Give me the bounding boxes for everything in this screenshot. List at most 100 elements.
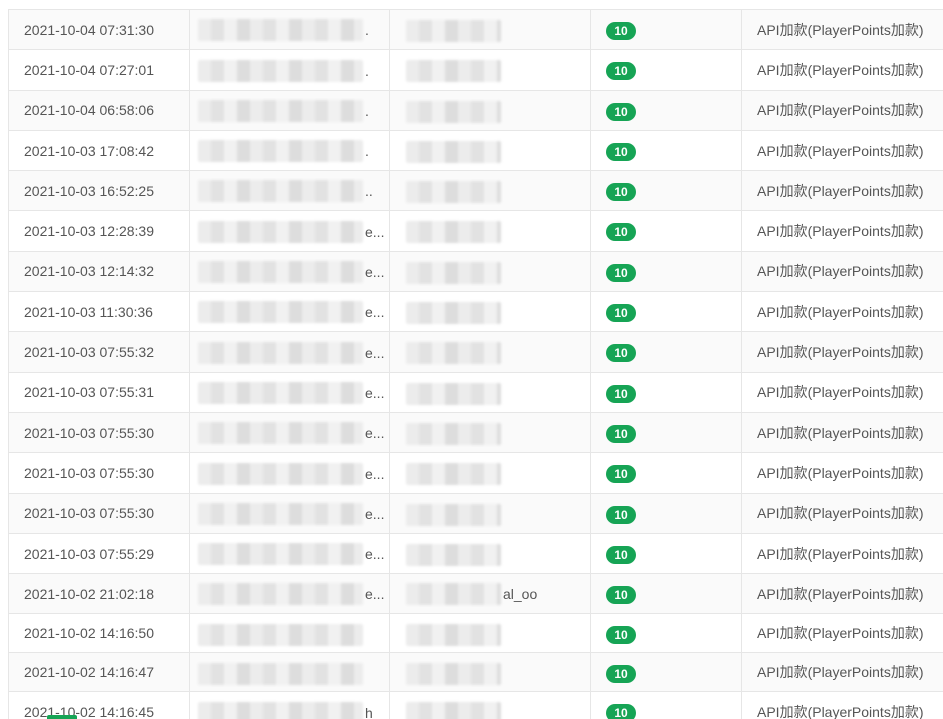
source-cell: API加款(PlayerPoints加款): [741, 331, 943, 373]
amount-badge: 10: [606, 183, 636, 202]
amount-cell: 10: [590, 291, 742, 333]
transaction-time: 2021-10-04 07:31:30: [24, 21, 154, 38]
account-cell: .: [189, 49, 390, 91]
transaction-source: API加款(PlayerPoints加款): [757, 505, 924, 522]
account-tail-text: .: [365, 102, 369, 119]
redacted-player-name: [406, 302, 501, 325]
table-row: 2021-10-03 16:52:25.. 10 API加款(PlayerPoint…: [8, 170, 943, 212]
account-tail-text: .: [365, 143, 369, 160]
time-cell: 2021-10-03 07:55:30: [8, 493, 190, 534]
amount-badge: 10: [606, 304, 636, 323]
account-tail-text: .: [365, 62, 369, 79]
account-tail-text: e...: [365, 586, 385, 603]
redacted-player-name: [406, 261, 501, 284]
source-cell: API加款(PlayerPoints加款): [741, 251, 943, 293]
source-cell: API加款(PlayerPoints加款): [741, 533, 943, 575]
account-tail-text: e...: [365, 546, 385, 563]
amount-cell: 10: [590, 210, 742, 252]
redacted-account: [198, 422, 363, 445]
redacted-account: [198, 19, 363, 42]
time-cell: 2021-10-03 07:55:30: [8, 452, 190, 494]
transaction-time: 2021-10-04 06:58:06: [24, 102, 154, 119]
source-cell: API加款(PlayerPoints加款): [741, 49, 943, 91]
redacted-player-name: [406, 100, 501, 123]
source-cell: API加款(PlayerPoints加款): [741, 412, 943, 454]
amount-cell: 10: [590, 691, 742, 719]
redacted-account: [198, 301, 363, 324]
amount-badge: 10: [606, 142, 636, 161]
transaction-source: API加款(PlayerPoints加款): [757, 182, 924, 199]
transaction-time: 2021-10-03 07:55:29: [24, 545, 154, 562]
redacted-player-name: [406, 662, 501, 685]
amount-cell: 10: [590, 49, 742, 91]
account-tail-text: e...: [365, 425, 385, 442]
transaction-source: API加款(PlayerPoints加款): [757, 625, 924, 642]
amount-badge: 10: [606, 424, 636, 443]
transaction-time: 2021-10-03 12:14:32: [24, 263, 154, 280]
table-row: 2021-10-03 12:28:39 e... 10 API加款(PlayerPoi…: [8, 210, 943, 252]
account-cell: [189, 652, 390, 693]
player-cell: [389, 331, 591, 373]
source-cell: API加款(PlayerPoints加款): [741, 613, 943, 654]
transaction-time: 2021-10-02 21:02:18: [24, 585, 154, 602]
source-cell: API加款(PlayerPoints加款): [741, 452, 943, 494]
account-cell: .: [189, 90, 390, 131]
account-tail-text: e...: [365, 304, 385, 321]
transaction-source: API加款(PlayerPoints加款): [757, 344, 924, 361]
amount-badge: 10: [606, 384, 636, 403]
table-row: 2021-10-03 11:30:36 e... 10 API加款(PlayerPoi…: [8, 291, 943, 333]
time-cell: 2021-10-02 14:16:47: [8, 652, 190, 693]
account-cell: [189, 613, 390, 654]
account-tail-text: h: [365, 704, 373, 719]
redacted-player-name: [406, 342, 501, 365]
amount-badge: 10: [606, 344, 636, 363]
redacted-account: [198, 543, 363, 566]
amount-cell: 10: [590, 452, 742, 494]
amount-badge: 10: [606, 223, 636, 242]
redacted-account: [198, 462, 363, 485]
redacted-player-name: [406, 543, 501, 566]
transaction-log-body: 2021-10-04 07:31:30. 10 API加款(PlayerPoints…: [8, 8, 943, 719]
transaction-source: API加款(PlayerPoints加款): [757, 21, 924, 38]
amount-cell: 10: [590, 251, 742, 293]
redacted-account: [198, 701, 363, 719]
transaction-log-table: 2021-10-04 07:31:30. 10 API加款(PlayerPoints…: [8, 8, 943, 719]
table-row: 2021-10-02 14:16:50 10 API加款(PlayerPoints加…: [8, 613, 943, 654]
transaction-source: API加款(PlayerPoints加款): [757, 464, 924, 481]
amount-badge: 10: [606, 664, 636, 683]
player-cell: [389, 291, 591, 333]
table-row: 2021-10-03 07:55:30 e... 10 API加款(PlayerPoi…: [8, 493, 943, 534]
account-cell: e...: [189, 573, 390, 615]
time-cell: 2021-10-04 06:58:06: [8, 90, 190, 131]
transaction-source: API加款(PlayerPoints加款): [757, 263, 924, 280]
redacted-player-name: [406, 181, 501, 204]
amount-badge: 10: [606, 62, 636, 81]
redacted-account: [198, 623, 363, 646]
source-cell: API加款(PlayerPoints加款): [741, 493, 943, 534]
source-cell: API加款(PlayerPoints加款): [741, 210, 943, 252]
transaction-time: 2021-10-03 07:55:30: [24, 505, 154, 522]
time-cell: 2021-10-03 17:08:42: [8, 130, 190, 172]
transaction-time: 2021-10-03 07:55:32: [24, 344, 154, 361]
player-cell: [389, 8, 591, 51]
redacted-player-name: [406, 422, 501, 445]
redacted-player-name: [406, 503, 501, 526]
player-cell: [389, 170, 591, 212]
account-tail-text: ..: [365, 183, 373, 200]
table-row: 2021-10-03 07:55:32 e... 10 API加款(PlayerPoi…: [8, 331, 943, 373]
source-cell: API加款(PlayerPoints加款): [741, 170, 943, 212]
transaction-source: API加款(PlayerPoints加款): [757, 424, 924, 441]
source-cell: API加款(PlayerPoints加款): [741, 8, 943, 51]
amount-badge: 10: [606, 263, 636, 282]
table-row: 2021-10-02 14:16:45 h 10 API加款(PlayerPoints…: [8, 691, 943, 719]
pagination-active-page[interactable]: [47, 715, 77, 719]
player-cell: [389, 210, 591, 252]
transaction-time: 2021-10-03 11:30:36: [24, 303, 153, 320]
transaction-time: 2021-10-02 14:16:50: [24, 625, 154, 642]
account-cell: e...: [189, 210, 390, 252]
account-tail-text: .: [365, 22, 369, 39]
source-cell: API加款(PlayerPoints加款): [741, 291, 943, 333]
redacted-player-name: [406, 623, 501, 646]
amount-badge: 10: [606, 545, 636, 564]
time-cell: 2021-10-03 16:52:25: [8, 170, 190, 212]
